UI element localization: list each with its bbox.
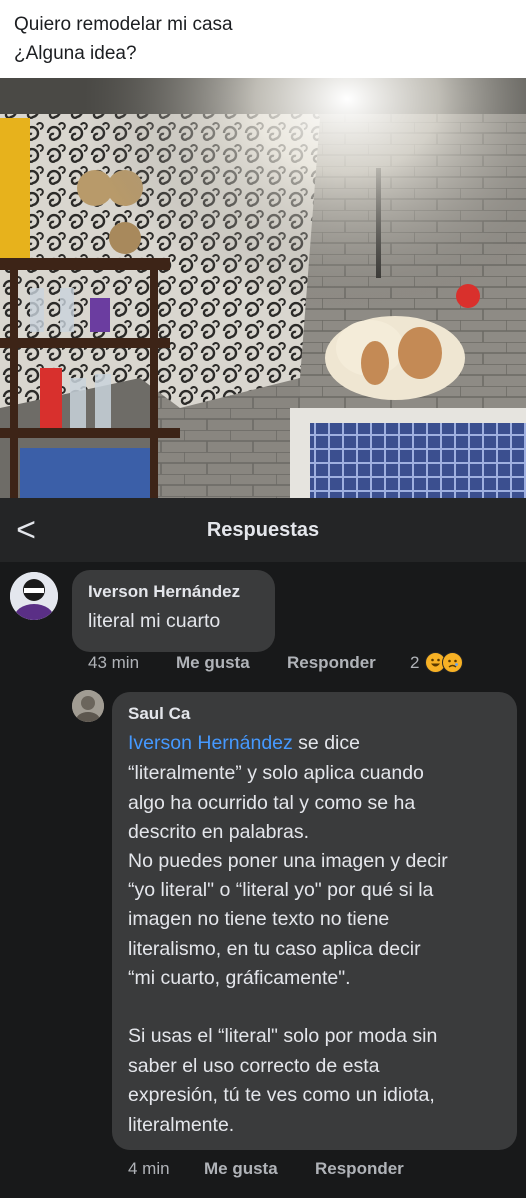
comment-text-line: algo ha ocurrido tal y como se ha — [128, 792, 416, 814]
avatar-iverson[interactable] — [10, 572, 58, 620]
page-title: Respuestas — [206, 519, 320, 541]
like-button[interactable]: Me gusta — [176, 653, 250, 673]
comment-text-line: saber el uso correcto de esta — [128, 1055, 380, 1077]
avatar-saul[interactable] — [72, 690, 104, 722]
like-button[interactable]: Me gusta — [204, 1159, 278, 1179]
comment-text-line: literalismo, en tu caso aplica decir — [128, 938, 421, 960]
masked-figure-icon — [10, 572, 58, 620]
mention-link[interactable]: Iverson Hernández — [128, 732, 293, 754]
comment-time: 4 min — [128, 1159, 170, 1178]
replies-header-bar: < Respuestas — [0, 498, 526, 562]
comment-text: literal mi cuarto — [88, 610, 221, 632]
comment-text-line: No puedes poner una imagen y decir — [128, 850, 448, 872]
post-text-line-2: ¿Alguna idea? — [14, 43, 137, 64]
comment-text-line: expresión, tú te ves como un idiota, — [128, 1084, 435, 1106]
user-photo-icon — [72, 690, 104, 722]
comment-text-line: imagen no tiene texto no tiene — [128, 908, 390, 930]
comment-text-line: “yo literal" o “literal yo" por qué si l… — [128, 879, 434, 901]
reply-button[interactable]: Responder — [287, 653, 376, 673]
comment-text-line: literalmente. — [128, 1114, 235, 1136]
comment-text-line: Iverson Hernández se dice — [128, 732, 360, 754]
bedroom-photo-illustration — [0, 78, 526, 498]
comment-text-line: descrito en palabras. — [128, 821, 310, 843]
reaction-count: 2 — [410, 652, 420, 672]
comment-text-line: Si usas el “literal" solo por moda sin — [128, 1025, 438, 1047]
comment-time: 43 min — [88, 653, 140, 672]
reaction-summary[interactable]: 2 — [410, 652, 464, 673]
comment-author[interactable]: Iverson Hernández — [88, 582, 240, 602]
reply-button[interactable]: Responder — [315, 1159, 404, 1179]
sad-icon — [442, 652, 464, 673]
post-header: Quiero remodelar mi casa ¿Alguna idea? — [0, 0, 526, 78]
comment-text-line: “literalmente” y solo aplica cuando — [128, 762, 424, 784]
comment-author[interactable]: Saul Ca — [128, 704, 190, 724]
post-text-line-1: Quiero remodelar mi casa — [14, 14, 233, 35]
post-photo[interactable] — [0, 78, 526, 498]
comment-text-line: “mi cuarto, gráficamente". — [128, 967, 351, 989]
